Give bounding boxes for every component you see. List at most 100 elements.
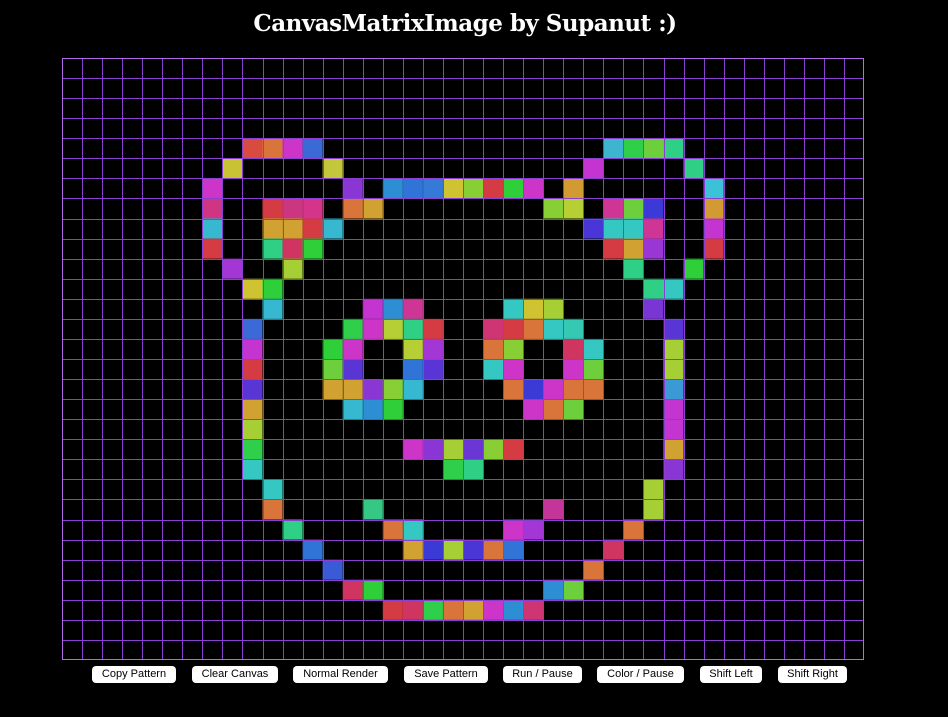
matrix-cell[interactable]	[342, 359, 363, 380]
matrix-cell[interactable]	[543, 579, 564, 600]
matrix-cell[interactable]	[523, 298, 544, 319]
matrix-cell[interactable]	[302, 539, 323, 560]
matrix-cell[interactable]	[603, 539, 624, 560]
matrix-cell[interactable]	[342, 198, 363, 219]
matrix-cell[interactable]	[663, 459, 684, 480]
matrix-cell[interactable]	[643, 479, 664, 500]
matrix-cell[interactable]	[463, 439, 484, 460]
matrix-cell[interactable]	[382, 318, 403, 339]
matrix-cell[interactable]	[242, 459, 263, 480]
matrix-cell[interactable]	[342, 579, 363, 600]
matrix-cell[interactable]	[322, 218, 343, 239]
matrix-cell[interactable]	[663, 359, 684, 380]
matrix-cell[interactable]	[322, 559, 343, 580]
matrix-cell[interactable]	[583, 379, 604, 400]
matrix-cell[interactable]	[463, 539, 484, 560]
matrix-cell[interactable]	[503, 539, 524, 560]
matrix-cell[interactable]	[262, 238, 283, 259]
matrix-cell[interactable]	[663, 278, 684, 299]
shift-left-button[interactable]: Shift Left	[700, 666, 762, 683]
matrix-cell[interactable]	[623, 218, 644, 239]
matrix-cell[interactable]	[222, 158, 243, 179]
save-pattern-button[interactable]: Save Pattern	[404, 666, 488, 683]
matrix-cell[interactable]	[643, 138, 664, 159]
matrix-cell[interactable]	[362, 579, 383, 600]
matrix-cell[interactable]	[463, 599, 484, 620]
matrix-cell[interactable]	[663, 399, 684, 420]
matrix-cell[interactable]	[402, 379, 423, 400]
matrix-cell[interactable]	[483, 178, 504, 199]
matrix-cell[interactable]	[643, 238, 664, 259]
matrix-cell[interactable]	[643, 278, 664, 299]
matrix-cell[interactable]	[643, 218, 664, 239]
matrix-cell[interactable]	[623, 519, 644, 540]
matrix-cell[interactable]	[402, 539, 423, 560]
matrix-canvas-area[interactable]	[62, 58, 864, 660]
matrix-cell[interactable]	[603, 218, 624, 239]
matrix-cell[interactable]	[342, 178, 363, 199]
matrix-cell[interactable]	[442, 439, 463, 460]
matrix-cell[interactable]	[402, 318, 423, 339]
matrix-cell[interactable]	[242, 419, 263, 440]
matrix-cell[interactable]	[603, 198, 624, 219]
matrix-cell[interactable]	[663, 439, 684, 460]
matrix-cell[interactable]	[523, 379, 544, 400]
matrix-cell[interactable]	[362, 499, 383, 520]
matrix-cell[interactable]	[583, 218, 604, 239]
matrix-cell[interactable]	[262, 298, 283, 319]
clear-canvas-button[interactable]: Clear Canvas	[192, 666, 278, 683]
matrix-cell[interactable]	[703, 218, 724, 239]
matrix-cell[interactable]	[422, 178, 443, 199]
matrix-cell[interactable]	[623, 258, 644, 279]
matrix-cell[interactable]	[503, 379, 524, 400]
matrix-cell[interactable]	[362, 298, 383, 319]
matrix-cell[interactable]	[563, 579, 584, 600]
matrix-cell[interactable]	[422, 599, 443, 620]
matrix-cell[interactable]	[442, 539, 463, 560]
matrix-cell[interactable]	[342, 399, 363, 420]
matrix-cell[interactable]	[503, 599, 524, 620]
matrix-cell[interactable]	[282, 198, 303, 219]
matrix-cell[interactable]	[563, 318, 584, 339]
matrix-cell[interactable]	[442, 178, 463, 199]
matrix-cell[interactable]	[262, 218, 283, 239]
matrix-cell[interactable]	[242, 338, 263, 359]
matrix-cell[interactable]	[242, 318, 263, 339]
matrix-cell[interactable]	[563, 198, 584, 219]
matrix-cell[interactable]	[242, 359, 263, 380]
matrix-cell[interactable]	[242, 379, 263, 400]
matrix-cell[interactable]	[422, 359, 443, 380]
matrix-cell[interactable]	[463, 459, 484, 480]
matrix-cell[interactable]	[402, 178, 423, 199]
matrix-cell[interactable]	[543, 379, 564, 400]
matrix-cell[interactable]	[603, 238, 624, 259]
matrix-cell[interactable]	[302, 238, 323, 259]
matrix-cell[interactable]	[503, 178, 524, 199]
matrix-cell[interactable]	[703, 198, 724, 219]
matrix-cell[interactable]	[623, 238, 644, 259]
matrix-cell[interactable]	[202, 238, 223, 259]
matrix-cell[interactable]	[342, 379, 363, 400]
matrix-cell[interactable]	[402, 338, 423, 359]
matrix-cell[interactable]	[623, 198, 644, 219]
matrix-cell[interactable]	[242, 399, 263, 420]
matrix-cell[interactable]	[543, 399, 564, 420]
matrix-cell[interactable]	[222, 258, 243, 279]
matrix-cell[interactable]	[463, 178, 484, 199]
matrix-cell[interactable]	[523, 599, 544, 620]
matrix-cell[interactable]	[643, 499, 664, 520]
matrix-cell[interactable]	[523, 318, 544, 339]
matrix-cell[interactable]	[382, 298, 403, 319]
matrix-cell[interactable]	[503, 338, 524, 359]
matrix-cell[interactable]	[483, 439, 504, 460]
matrix-cell[interactable]	[483, 359, 504, 380]
normal-render-button[interactable]: Normal Render	[293, 666, 388, 683]
matrix-cell[interactable]	[503, 439, 524, 460]
matrix-cell[interactable]	[322, 158, 343, 179]
matrix-cell[interactable]	[382, 379, 403, 400]
matrix-cell[interactable]	[382, 399, 403, 420]
matrix-cell[interactable]	[523, 519, 544, 540]
matrix-cell[interactable]	[262, 138, 283, 159]
matrix-cell[interactable]	[543, 198, 564, 219]
matrix-cell[interactable]	[563, 379, 584, 400]
